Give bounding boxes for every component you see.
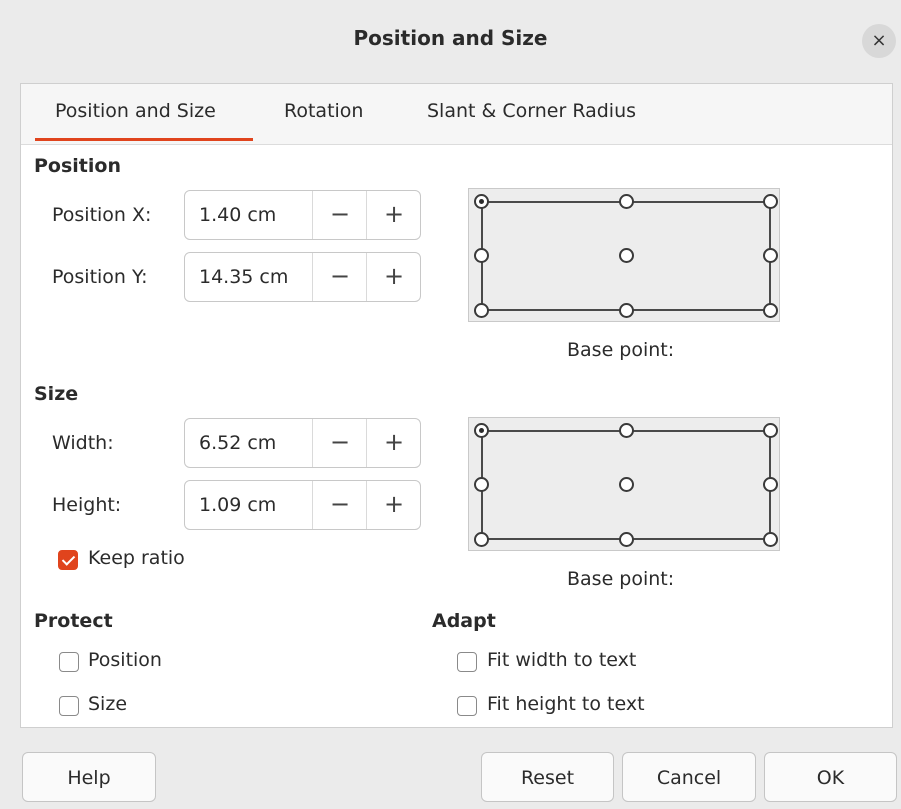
reset-button[interactable]: Reset [481, 752, 614, 802]
keep-ratio-label: Keep ratio [88, 547, 185, 569]
base-point-bottom-right[interactable] [763, 303, 778, 318]
width-spinbox: 6.52 cm − + [184, 418, 421, 468]
base-point-middle-left[interactable] [474, 248, 489, 263]
position-y-increment-button[interactable]: + [366, 253, 421, 301]
protect-size-checkbox[interactable] [59, 696, 79, 716]
position-x-increment-button[interactable]: + [366, 191, 421, 239]
base-point-top-left[interactable] [474, 194, 489, 209]
height-spinbox: 1.09 cm − + [184, 480, 421, 530]
fit-width-to-text-label: Fit width to text [487, 649, 637, 671]
position-x-spinbox: 1.40 cm − + [184, 190, 421, 240]
tab-slant-corner-radius[interactable]: Slant & Corner Radius [427, 100, 636, 122]
protect-position-checkbox[interactable] [59, 652, 79, 672]
close-icon: × [871, 30, 887, 51]
dialog-title: Position and Size [353, 26, 548, 50]
base-point-top-right[interactable] [763, 423, 778, 438]
protect-size-label: Size [88, 693, 128, 715]
size-base-point-selector [468, 417, 780, 551]
position-y-label: Position Y: [52, 266, 148, 288]
position-x-label: Position X: [52, 204, 152, 226]
base-point-top-center[interactable] [619, 194, 634, 209]
base-point-top-center[interactable] [619, 423, 634, 438]
base-point-top-left[interactable] [474, 423, 489, 438]
height-value[interactable]: 1.09 cm [199, 494, 276, 516]
position-x-value[interactable]: 1.40 cm [199, 204, 276, 226]
base-point-bottom-left[interactable] [474, 532, 489, 547]
active-tab-indicator [35, 138, 253, 141]
height-label: Height: [52, 494, 122, 516]
position-x-decrement-button[interactable]: − [312, 191, 367, 239]
tab-bar: Position and Size Rotation Slant & Corne… [21, 84, 892, 145]
ok-button[interactable]: OK [764, 752, 897, 802]
size-base-point-label: Base point: [567, 568, 675, 590]
base-point-bottom-right[interactable] [763, 532, 778, 547]
cancel-button[interactable]: Cancel [622, 752, 756, 802]
size-heading: Size [34, 383, 79, 405]
height-decrement-button[interactable]: − [312, 481, 367, 529]
position-and-size-dialog: Position and Size × Position and Size Ro… [0, 0, 901, 809]
base-point-middle-left[interactable] [474, 477, 489, 492]
base-point-center[interactable] [619, 477, 634, 492]
base-point-center[interactable] [619, 248, 634, 263]
position-base-point-label: Base point: [567, 339, 675, 361]
tab-panel: Position and Size Rotation Slant & Corne… [20, 83, 893, 728]
fit-height-to-text-checkbox[interactable] [457, 696, 477, 716]
base-point-bottom-left[interactable] [474, 303, 489, 318]
width-value[interactable]: 6.52 cm [199, 432, 276, 454]
position-y-spinbox: 14.35 cm − + [184, 252, 421, 302]
base-point-bottom-center[interactable] [619, 532, 634, 547]
fit-height-to-text-label: Fit height to text [487, 693, 645, 715]
help-button[interactable]: Help [22, 752, 156, 802]
close-button[interactable]: × [862, 24, 896, 58]
tab-position-and-size[interactable]: Position and Size [55, 100, 216, 122]
base-point-middle-right[interactable] [763, 477, 778, 492]
base-point-top-right[interactable] [763, 194, 778, 209]
width-label: Width: [52, 432, 114, 454]
position-heading: Position [34, 155, 121, 177]
width-increment-button[interactable]: + [366, 419, 421, 467]
width-decrement-button[interactable]: − [312, 419, 367, 467]
fit-width-to-text-checkbox[interactable] [457, 652, 477, 672]
title-bar: Position and Size × [0, 0, 901, 76]
protect-position-label: Position [88, 649, 162, 671]
tab-rotation[interactable]: Rotation [284, 100, 363, 122]
keep-ratio-checkbox[interactable] [58, 550, 78, 570]
position-y-value[interactable]: 14.35 cm [199, 266, 288, 288]
base-point-bottom-center[interactable] [619, 303, 634, 318]
position-base-point-selector [468, 188, 780, 322]
position-y-decrement-button[interactable]: − [312, 253, 367, 301]
protect-heading: Protect [34, 610, 113, 632]
adapt-heading: Adapt [432, 610, 496, 632]
height-increment-button[interactable]: + [366, 481, 421, 529]
base-point-middle-right[interactable] [763, 248, 778, 263]
